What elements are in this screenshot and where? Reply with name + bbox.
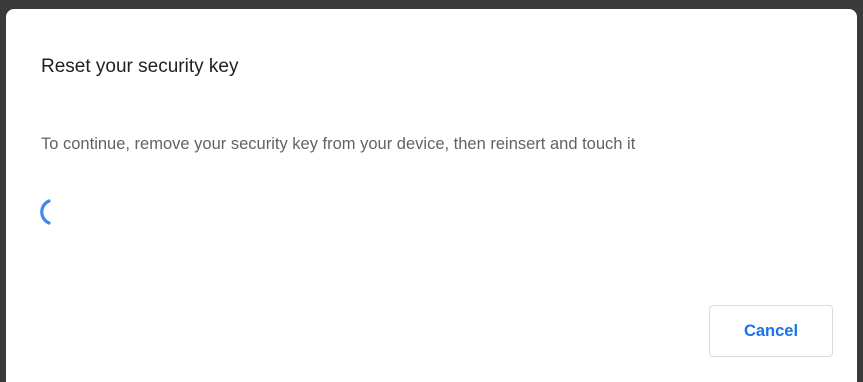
dialog-title: Reset your security key bbox=[41, 56, 239, 77]
spinner-arc bbox=[40, 199, 51, 225]
reset-security-key-dialog: Reset your security key To continue, rem… bbox=[6, 9, 857, 382]
progress-spinner-icon bbox=[40, 199, 51, 225]
dialog-message: To continue, remove your security key fr… bbox=[41, 135, 636, 153]
cancel-button[interactable]: Cancel bbox=[709, 305, 833, 357]
